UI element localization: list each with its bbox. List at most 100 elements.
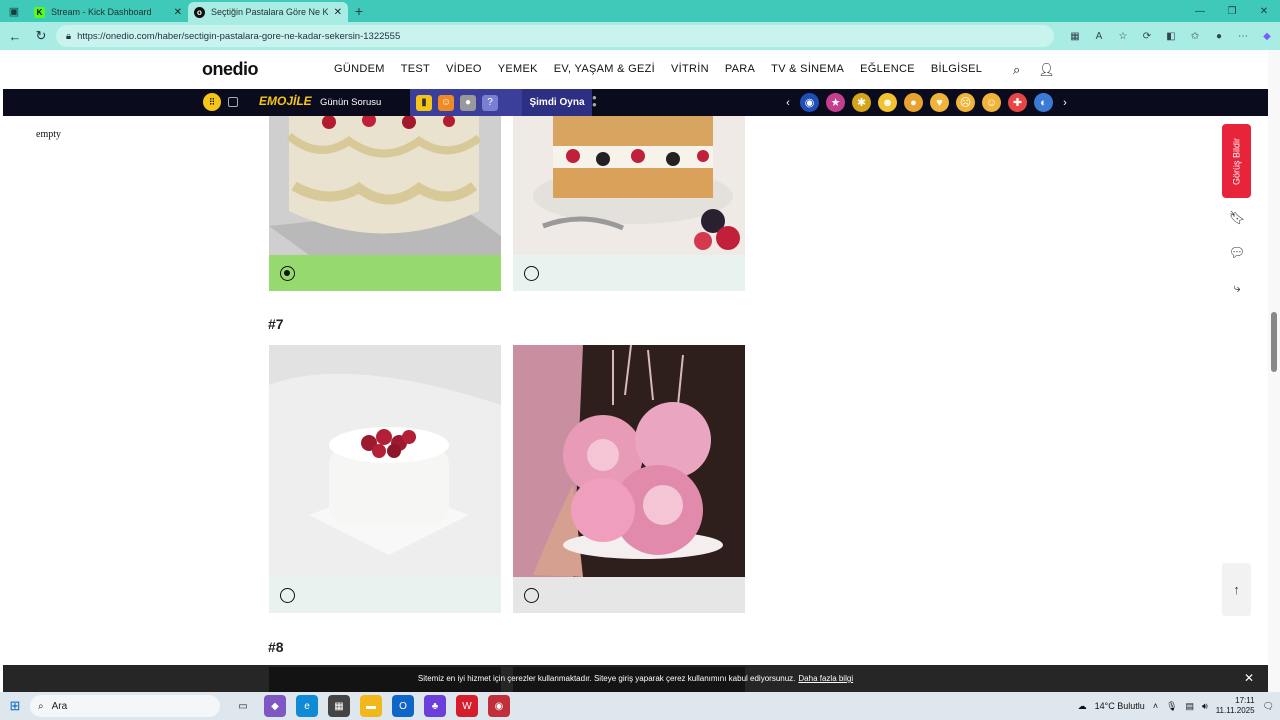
taskbar-search-label: Ara — [51, 700, 68, 712]
emoji-1-icon[interactable]: ◉ — [800, 93, 819, 112]
tab-onedio[interactable]: o Seçtiğin Pastalara Göre Ne Kadar ✕ — [188, 2, 348, 22]
user-icon[interactable]: 👤︎ — [1038, 62, 1055, 78]
clock[interactable]: 17:11 11.11.2025 — [1216, 696, 1255, 716]
close-tab-icon[interactable]: ✕ — [334, 7, 342, 18]
app-icon[interactable]: ▦ — [1066, 27, 1084, 45]
menu-item-video[interactable]: VİDEO — [446, 63, 482, 75]
window-menu-icon[interactable]: ▣ — [0, 0, 28, 22]
minimize-icon[interactable]: — — [1184, 6, 1216, 17]
menu-item-vitrin[interactable]: VİTRİN — [671, 63, 709, 75]
menu-item-gundem[interactable]: GÜNDEM — [334, 63, 385, 75]
games-grid-icon[interactable]: ⠿ — [203, 93, 221, 111]
notifications-icon[interactable]: 🗨︎ — [1263, 701, 1274, 712]
w-app-icon[interactable]: W — [456, 695, 478, 717]
url-field[interactable]: 🔒︎ https://onedio.com/haber/sectigin-pas… — [56, 25, 1054, 47]
file-explorer-icon[interactable]: ▬ — [360, 695, 382, 717]
more-icon[interactable]: ⋯ — [1234, 27, 1252, 45]
emojile-logo[interactable]: EMOJİLE — [259, 94, 312, 108]
main-menu: GÜNDEM TEST VİDEO YEMEK EV, YAŞAM & GEZİ… — [334, 63, 982, 75]
obs-icon[interactable]: ◉ — [488, 695, 510, 717]
store-icon[interactable]: ▦ — [328, 695, 350, 717]
chevron-left-icon[interactable]: ‹ — [783, 93, 793, 112]
game-app-icon[interactable]: ♣ — [424, 695, 446, 717]
network-icon[interactable]: ▤ — [1186, 701, 1195, 712]
copilot-app-icon[interactable]: ◆ — [264, 695, 286, 717]
emoji-9-icon[interactable]: ✚ — [1008, 93, 1027, 112]
menu-item-tv-sinema[interactable]: TV & SİNEMA — [771, 63, 844, 75]
onedio-logo[interactable]: onedio — [202, 59, 259, 80]
games-strip: ⠿ EMOJİLE Günün Sorusu ▮ ☺ ● ? Şimdi Oyn… — [3, 89, 1268, 116]
onedio-favicon-icon: o — [194, 6, 205, 18]
option-card-selected[interactable] — [269, 113, 501, 291]
emoji-6-icon[interactable]: ♥ — [930, 93, 949, 112]
search-icon[interactable]: ⌕ — [1013, 62, 1020, 78]
emoji-8-icon[interactable]: ☺ — [982, 93, 1001, 112]
cake-image-sponge — [513, 116, 745, 255]
read-aloud-icon[interactable]: A — [1090, 27, 1108, 45]
close-tab-icon[interactable]: ✕ — [174, 7, 182, 18]
chevron-right-icon[interactable]: › — [1060, 93, 1070, 112]
option-card[interactable] — [513, 116, 745, 291]
menu-item-bilgisel[interactable]: BİLGİSEL — [931, 63, 982, 75]
option-card[interactable] — [269, 345, 501, 613]
back-icon[interactable]: ← — [4, 25, 26, 47]
windows-start-icon[interactable]: ⊞ — [0, 698, 30, 714]
maximize-icon[interactable]: ❐ — [1216, 6, 1248, 17]
taskbar-search[interactable]: ⌕ Ara — [30, 695, 220, 717]
close-window-icon[interactable]: ✕ — [1248, 6, 1280, 17]
windows-taskbar: ⊞ ⌕ Ara ▭ ◆ e ▦ ▬ O ♣ W ◉ ☁ 14°C Bulutlu… — [0, 692, 1280, 720]
profile-icon[interactable]: ● — [1210, 27, 1228, 45]
scrollbar-thumb[interactable] — [1271, 312, 1277, 372]
share-icon[interactable]: ⤷ — [1227, 278, 1247, 298]
bookmark-icon[interactable]: 🔖︎ — [1227, 208, 1247, 228]
new-tab-button[interactable]: + — [348, 3, 370, 19]
emoji-4-icon[interactable]: ☻ — [878, 93, 897, 112]
radio-button[interactable] — [524, 588, 539, 603]
radio-button[interactable] — [524, 266, 539, 281]
menu-item-ev-yasam[interactable]: EV, YAŞAM & GEZİ — [554, 63, 655, 75]
emoji-5-icon[interactable]: ● — [904, 93, 923, 112]
split-icon[interactable]: ◧ — [1162, 27, 1180, 45]
gorus-bildir-button[interactable]: Görüş Bildir — [1222, 124, 1251, 198]
option-footer[interactable] — [269, 255, 501, 291]
mic-icon[interactable]: 🎙︎ — [1166, 701, 1177, 712]
header-icons: ⌕ 👤︎ — [1013, 62, 1055, 78]
task-view-icon[interactable]: ▭ — [232, 695, 254, 717]
edge-icon[interactable]: e — [296, 695, 318, 717]
emoji-3-icon[interactable]: ✱ — [852, 93, 871, 112]
menu-item-para[interactable]: PARA — [725, 63, 755, 75]
simdi-oyna-button[interactable]: Şimdi Oyna — [522, 89, 592, 116]
outlook-icon[interactable]: O — [392, 695, 414, 717]
option-footer[interactable] — [513, 577, 745, 613]
weather-text[interactable]: 14°C Bulutlu — [1095, 701, 1145, 711]
comments-icon[interactable]: 💬︎ — [1227, 243, 1247, 263]
menu-item-test[interactable]: TEST — [401, 63, 430, 75]
cookie-more-info-link[interactable]: Daha fazla bilgi — [798, 674, 853, 683]
menu-item-eglence[interactable]: EĞLENCE — [860, 63, 915, 75]
copilot-icon[interactable]: ◆ — [1258, 27, 1276, 45]
option-footer[interactable] — [269, 577, 501, 613]
game-icon[interactable] — [228, 97, 238, 107]
search-icon: ⌕ — [38, 700, 44, 712]
question-number: #7 — [268, 316, 284, 332]
favorite-icon[interactable]: ☆ — [1114, 27, 1132, 45]
refresh-icon[interactable]: ↻ — [30, 25, 52, 47]
volume-icon[interactable]: 🔊︎ — [1202, 701, 1208, 712]
tab-kick-dashboard[interactable]: K Stream - Kick Dashboard ✕ — [28, 2, 188, 22]
radio-button[interactable] — [280, 588, 295, 603]
emoji-2-icon[interactable]: ★ — [826, 93, 845, 112]
scroll-to-top-button[interactable]: ↑ — [1222, 563, 1251, 616]
quiz-icons[interactable]: ▮ ☺ ● ? — [410, 89, 522, 116]
page-scrollbar[interactable] — [1268, 50, 1280, 692]
emoji-7-icon[interactable]: ☹ — [956, 93, 975, 112]
chevron-up-icon[interactable]: ˄ — [1153, 701, 1158, 711]
emoji-10-icon[interactable]: ◐ — [1034, 93, 1053, 112]
option-card[interactable] — [513, 344, 745, 613]
extensions-icon[interactable]: ⟳ — [1138, 27, 1156, 45]
option-footer[interactable] — [513, 255, 745, 291]
favorites-icon[interactable]: ✩ — [1186, 27, 1204, 45]
menu-item-yemek[interactable]: YEMEK — [498, 63, 538, 75]
empty-placeholder: empty — [36, 129, 61, 140]
close-cookie-icon[interactable]: ✕ — [1244, 671, 1254, 685]
radio-selected[interactable] — [280, 266, 295, 281]
